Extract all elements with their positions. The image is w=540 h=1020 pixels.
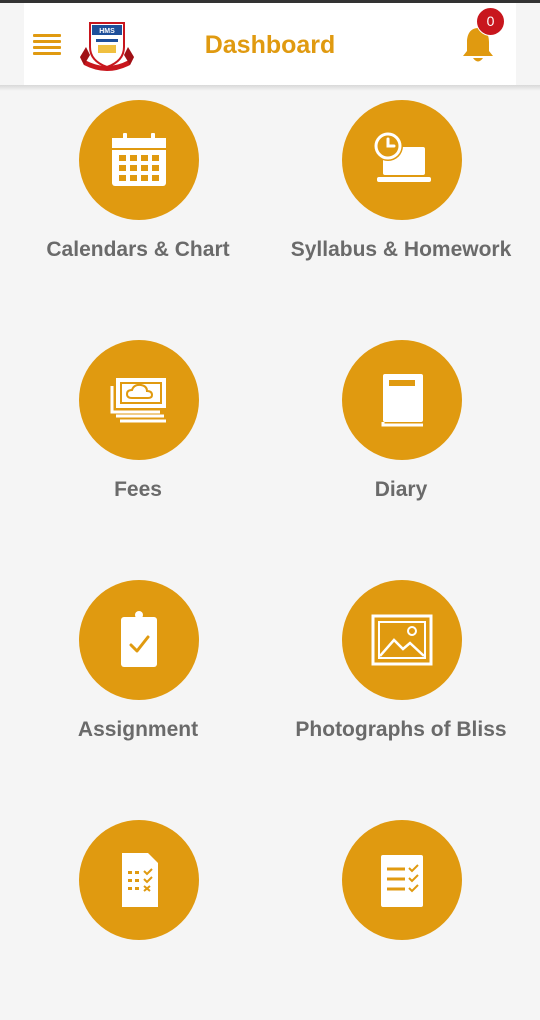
test-sheet-icon [122, 853, 158, 907]
clock-laptop-icon [373, 131, 431, 182]
tile-icon-circle [342, 820, 462, 940]
tile-photographs-of-bliss[interactable]: Photographs of Bliss [266, 580, 536, 780]
tile-icon-circle [79, 580, 199, 700]
tile-label: Syllabus & Homework [290, 238, 512, 261]
clipboard-check-icon [121, 611, 157, 667]
book-icon [381, 374, 423, 427]
tile-label: Fees [114, 478, 162, 501]
tile-icon-circle [342, 340, 462, 460]
tile-icon-circle [342, 100, 462, 220]
tile-label: Assignment [77, 718, 199, 741]
tile-icon-circle [79, 340, 199, 460]
notification-count-badge: 0 [476, 7, 505, 36]
svg-text:HMS: HMS [99, 28, 115, 35]
tile-calendars-chart[interactable]: Calendars & Chart [3, 100, 273, 300]
tile-icon-circle [79, 100, 199, 220]
tile-label: Calendars & Chart [46, 238, 230, 261]
header-shadow [0, 85, 540, 91]
tile-icon-circle [342, 580, 462, 700]
calendar-icon [112, 133, 166, 186]
tile-label: Photographs of Bliss [295, 718, 507, 741]
tile-diary[interactable]: Diary [266, 340, 536, 540]
tile-label: Diary [374, 478, 428, 501]
money-icon [110, 378, 166, 423]
tile-fees[interactable]: Fees [3, 340, 273, 540]
school-logo: HMS [80, 22, 134, 71]
tile-test-sheet[interactable] [3, 820, 273, 1020]
checklist-icon [381, 855, 423, 907]
photo-icon [371, 614, 433, 666]
tile-assignment[interactable]: Assignment [3, 580, 273, 780]
tile-icon-circle [79, 820, 199, 940]
dashboard-grid: Calendars & Chart Syllabus & Homework Fe… [0, 0, 540, 940]
app-header: HMS Dashboard 0 [24, 3, 516, 85]
tile-syllabus-homework[interactable]: Syllabus & Homework [266, 100, 536, 300]
tile-checklist[interactable] [266, 820, 536, 1020]
hamburger-menu-icon[interactable] [33, 34, 61, 56]
page-title: Dashboard [204, 31, 336, 59]
